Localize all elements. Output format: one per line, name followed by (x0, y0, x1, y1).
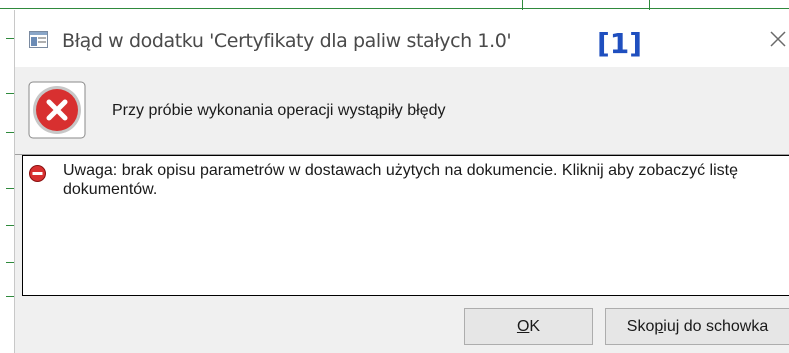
close-icon[interactable] (767, 28, 789, 50)
app-window-icon (29, 31, 48, 48)
annotation-badge: [1] (597, 27, 643, 60)
ok-mnemonic: O (516, 317, 530, 335)
copy-to-clipboard-button[interactable]: Sko p iuj do schowka (605, 308, 789, 345)
background-tick (6, 188, 14, 189)
error-icon (28, 81, 86, 139)
message-text: Uwaga: brak opisu parametrów w dostawach… (63, 162, 738, 198)
window-title: Błąd w dodatku 'Certyfikaty dla paliw st… (62, 30, 512, 52)
dialog-header: Przy próbie wykonania operacji wystąpiły… (15, 67, 789, 154)
copy-label-end: iuj do schowka (663, 317, 769, 335)
background-tick (6, 132, 14, 133)
copy-mnemonic: p (654, 317, 664, 335)
background-grid-divider (649, 0, 650, 10)
title-bar[interactable]: Błąd w dodatku 'Certyfikaty dla paliw st… (15, 10, 789, 67)
background-grid-divider (522, 0, 523, 10)
error-dialog: Błąd w dodatku 'Certyfikaty dla paliw st… (14, 10, 789, 353)
ok-button[interactable]: OK (464, 308, 593, 345)
background-grid-line (0, 0, 789, 10)
message-list[interactable]: Uwaga: brak opisu parametrów w dostawach… (22, 155, 789, 296)
background-tick (6, 93, 14, 94)
error-icon (29, 165, 46, 182)
background-tick (6, 262, 14, 263)
copy-label-start: Sko (626, 317, 655, 335)
ok-label-rest: K (529, 317, 541, 335)
background-tick (6, 296, 14, 297)
dialog-body: Przy próbie wykonania operacji wystąpiły… (15, 67, 789, 353)
background-tick (6, 38, 14, 39)
background-tick (6, 225, 14, 226)
header-message: Przy próbie wykonania operacji wystąpiły… (112, 102, 446, 119)
